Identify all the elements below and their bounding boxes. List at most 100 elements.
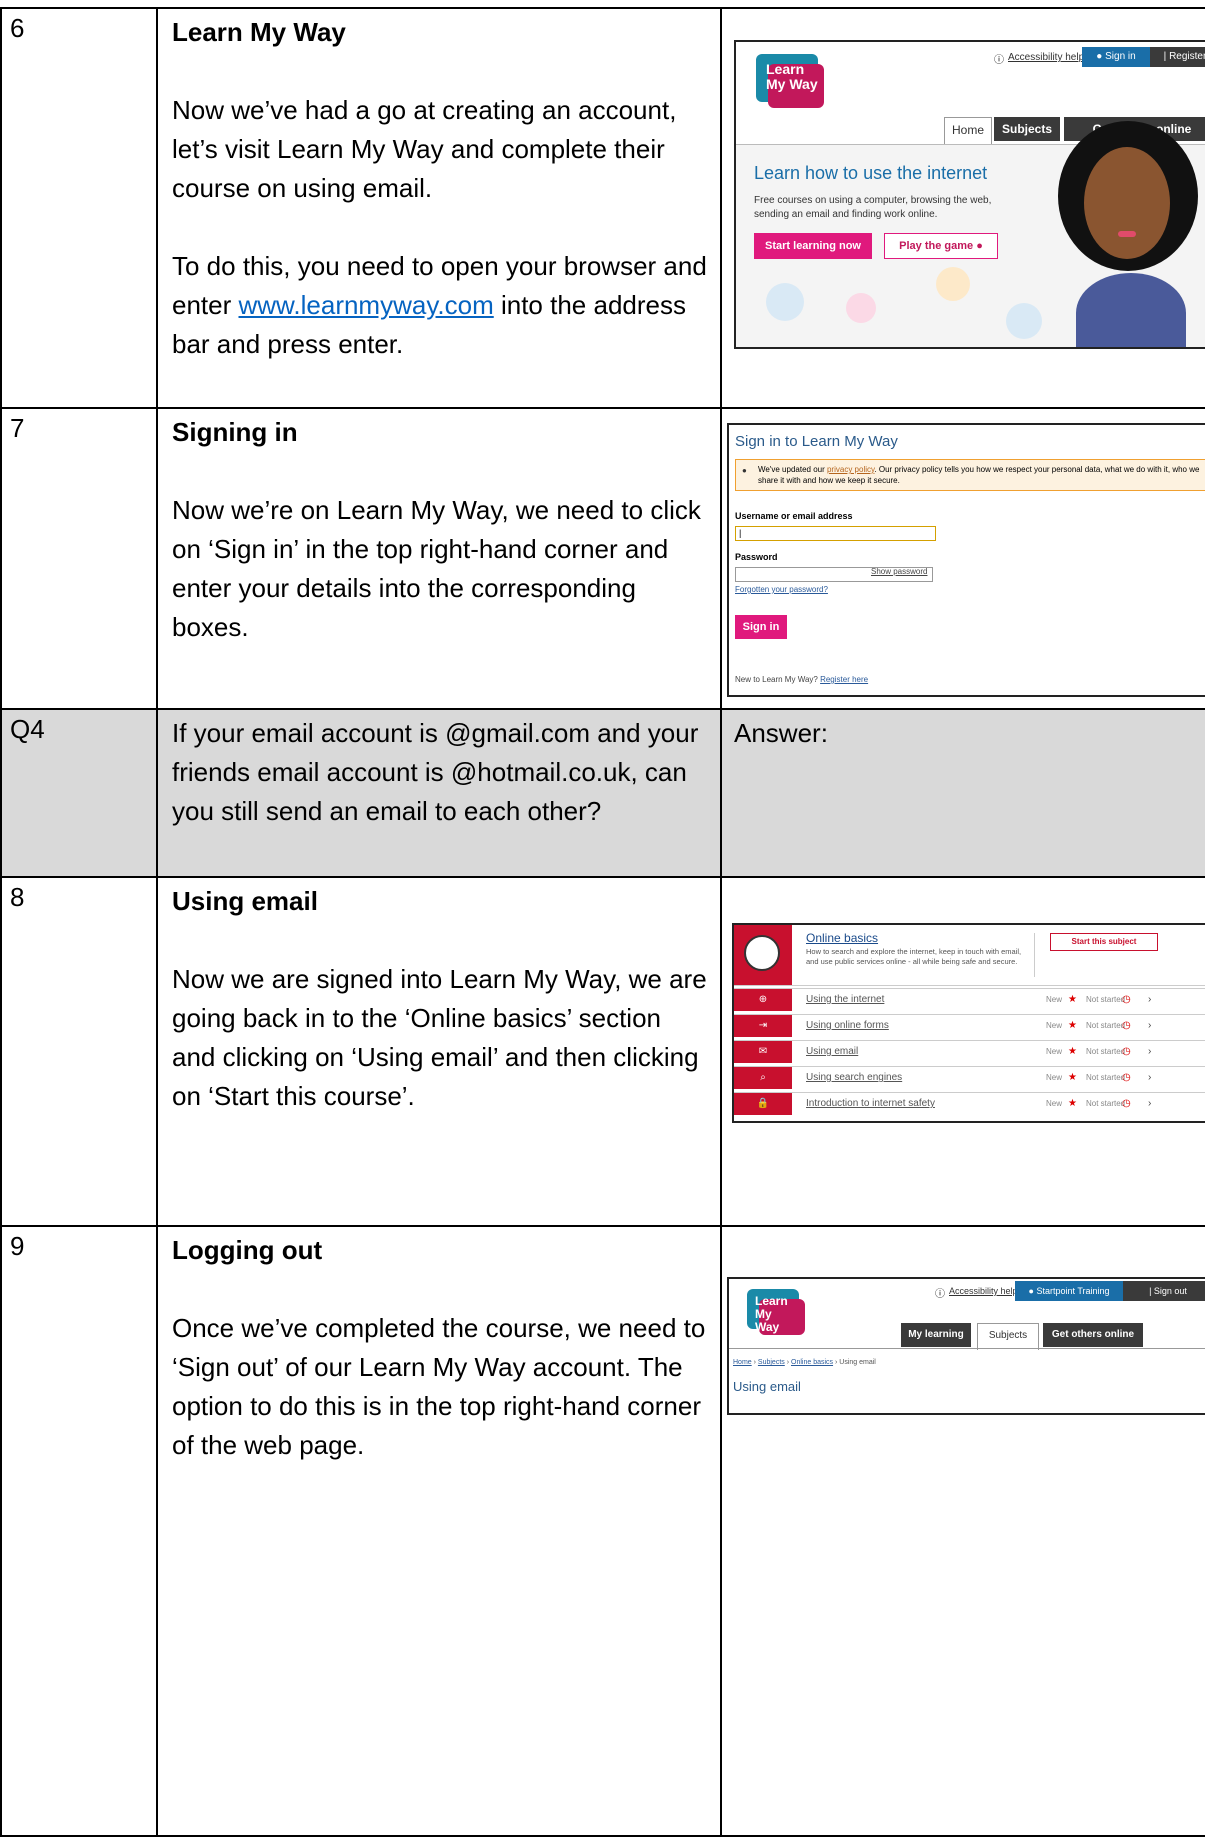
play-game-label: Play the game bbox=[899, 240, 974, 252]
globe-network-icon bbox=[744, 935, 780, 971]
chevron-right-icon[interactable]: › bbox=[1148, 1093, 1151, 1115]
user-icon: ● bbox=[1028, 1286, 1034, 1296]
page-title: Using email bbox=[733, 1379, 801, 1394]
step-text: Using email Now we are signed into Learn… bbox=[156, 876, 722, 1227]
step-text: Signing in Now we’re on Learn My Way, we… bbox=[156, 407, 722, 710]
new-label: New bbox=[1046, 1073, 1063, 1082]
question-number: Q4 bbox=[0, 708, 158, 878]
learnmyway-link[interactable]: www.learnmyway.com bbox=[239, 290, 494, 320]
notice-text: We've updated our bbox=[758, 465, 827, 474]
breadcrumb-current: Using email bbox=[839, 1359, 876, 1366]
clock-icon: ◷ bbox=[1122, 994, 1131, 1005]
status-label: Not started bbox=[1086, 1099, 1126, 1108]
learnmyway-home-screenshot: Learn My Way Accessibility help ⓘ ● Sign … bbox=[734, 40, 1205, 349]
sign-in-title: Sign in to Learn My Way bbox=[735, 433, 898, 450]
new-label: New bbox=[1046, 1099, 1063, 1108]
avatar-illustration bbox=[1046, 121, 1205, 347]
tab-subjects[interactable]: Subjects bbox=[977, 1323, 1039, 1350]
step-row-6: 6 Learn My Way Now we’ve had a go at cre… bbox=[0, 7, 1205, 409]
accessibility-help-link[interactable]: Accessibility help bbox=[1008, 52, 1084, 63]
answer-cell[interactable]: Answer: bbox=[720, 708, 1205, 878]
tab-home[interactable]: Home bbox=[944, 117, 992, 144]
chevron-right-icon[interactable]: › bbox=[1148, 1041, 1151, 1063]
course-row[interactable]: ⇥ Using online forms New ★ Not started ◷ › bbox=[734, 1014, 1205, 1037]
screenshot-cell: Sign in to Learn My Way ● We've updated … bbox=[720, 407, 1205, 710]
sign-out-label: Sign out bbox=[1153, 1286, 1187, 1296]
subject-description: How to search and explore the internet, … bbox=[806, 947, 1022, 956]
step-title: Learn My Way bbox=[172, 17, 346, 47]
chevron-right-icon[interactable]: › bbox=[1148, 1067, 1151, 1089]
logo-text: My Way bbox=[766, 76, 818, 92]
decorative-icons bbox=[756, 263, 1056, 343]
course-row[interactable]: ⌕ Using search engines New ★ Not started ◷ › bbox=[734, 1066, 1205, 1089]
clock-icon: ◷ bbox=[1122, 1098, 1131, 1109]
lock-icon: 🔒 bbox=[734, 1093, 792, 1115]
step-row-7: 7 Signing in Now we’re on Learn My Way, … bbox=[0, 407, 1205, 710]
breadcrumb-online-basics-link[interactable]: Online basics bbox=[791, 1359, 833, 1366]
hero-headline: Learn how to use the internet bbox=[754, 163, 988, 183]
step-paragraph: Now we are signed into Learn My Way, we … bbox=[172, 964, 707, 1111]
learnmyway-logo: Learn My Way bbox=[756, 54, 824, 108]
sign-in-label: Sign in bbox=[1105, 51, 1136, 62]
subject-header: Online basics How to search and explore … bbox=[734, 925, 1205, 986]
course-row[interactable]: ✉ Using email New ★ Not started ◷ › bbox=[734, 1040, 1205, 1063]
step-paragraph: Once we’ve completed the course, we need… bbox=[172, 1313, 706, 1460]
step-text: Logging out Once we’ve completed the cou… bbox=[156, 1225, 722, 1837]
start-this-subject-button[interactable]: Start this subject bbox=[1050, 933, 1158, 951]
accessibility-help-link[interactable]: Accessibility help bbox=[949, 1286, 1018, 1296]
hero-subtext: sending an email and finding work online… bbox=[754, 209, 938, 220]
clock-icon: ◷ bbox=[1122, 1020, 1131, 1031]
course-link[interactable]: Using the internet bbox=[806, 989, 884, 1011]
show-password-link[interactable]: Show password bbox=[871, 567, 927, 576]
register-here-link[interactable]: Register here bbox=[820, 675, 868, 684]
tab-get-others-online[interactable]: Get others online bbox=[1043, 1323, 1143, 1347]
forgotten-password-link[interactable]: Forgotten your password? bbox=[735, 585, 828, 594]
breadcrumb-home-link[interactable]: Home bbox=[733, 1359, 752, 1366]
step-paragraph: Now we’re on Learn My Way, we need to cl… bbox=[172, 495, 701, 642]
new-label: New bbox=[1046, 995, 1063, 1004]
course-row[interactable]: 🔒 Introduction to internet safety New ★ Not … bbox=[734, 1092, 1205, 1115]
step-number: 7 bbox=[0, 407, 158, 710]
privacy-policy-link[interactable]: privacy policy bbox=[827, 465, 874, 474]
step-text: Learn My Way Now we’ve had a go at creat… bbox=[156, 7, 722, 409]
step-paragraph: Now we’ve had a go at creating an accoun… bbox=[172, 95, 677, 203]
sign-in-screenshot: Sign in to Learn My Way ● We've updated … bbox=[727, 423, 1205, 697]
register-button[interactable]: | Register bbox=[1150, 47, 1205, 67]
course-row[interactable]: ⊕ Using the internet New ★ Not started ◷ › bbox=[734, 988, 1205, 1011]
course-link[interactable]: Using online forms bbox=[806, 1015, 889, 1037]
sign-out-button[interactable]: | Sign out bbox=[1123, 1281, 1205, 1301]
breadcrumb-subjects-link[interactable]: Subjects bbox=[758, 1359, 785, 1366]
play-game-button[interactable]: Play the game ● bbox=[884, 233, 998, 259]
subject-title-link[interactable]: Online basics bbox=[806, 931, 878, 945]
breadcrumb: Home › Subjects › Online basics › Using … bbox=[733, 1359, 876, 1366]
envelope-icon: ✉ bbox=[734, 1041, 792, 1063]
course-link[interactable]: Using email bbox=[806, 1041, 858, 1063]
chevron-right-icon[interactable]: › bbox=[1148, 989, 1151, 1011]
username-label: Username or email address bbox=[735, 511, 853, 521]
status-label: Not started bbox=[1086, 1073, 1126, 1082]
logo-text: My Way bbox=[755, 1307, 780, 1334]
course-link[interactable]: Using search engines bbox=[806, 1067, 902, 1089]
worksheet-page: 6 Learn My Way Now we’ve had a go at cre… bbox=[0, 0, 1205, 1839]
sign-in-button[interactable]: ● Sign in bbox=[1082, 47, 1150, 67]
chevron-right-icon[interactable]: › bbox=[1148, 1015, 1151, 1037]
new-label: New bbox=[1046, 1047, 1063, 1056]
tab-subjects[interactable]: Subjects bbox=[994, 117, 1060, 141]
status-label: Not started bbox=[1086, 1021, 1126, 1030]
course-link[interactable]: Introduction to internet safety bbox=[806, 1093, 935, 1115]
star-icon: ★ bbox=[1068, 1020, 1077, 1031]
tab-my-learning[interactable]: My learning bbox=[901, 1323, 971, 1347]
help-circle-icon: ⓘ bbox=[994, 55, 1004, 66]
form-icon: ⇥ bbox=[734, 1015, 792, 1037]
screenshot-cell: Learn My Way Accessibility help ⓘ ● Sign … bbox=[720, 7, 1205, 409]
subject-description: and use public services online - all whi… bbox=[806, 957, 1018, 966]
signed-in-header-screenshot: Learn My Way ⓘ Accessibility help ● Start… bbox=[727, 1277, 1205, 1415]
sign-in-submit-button[interactable]: Sign in bbox=[735, 615, 787, 639]
step-title: Using email bbox=[172, 886, 318, 916]
user-name: Startpoint Training bbox=[1036, 1286, 1110, 1296]
step-title: Signing in bbox=[172, 417, 298, 447]
start-learning-button[interactable]: Start learning now bbox=[754, 233, 872, 259]
username-input[interactable]: | bbox=[735, 526, 936, 541]
step-number: 6 bbox=[0, 7, 158, 409]
user-account-button[interactable]: ● Startpoint Training bbox=[1015, 1281, 1123, 1301]
